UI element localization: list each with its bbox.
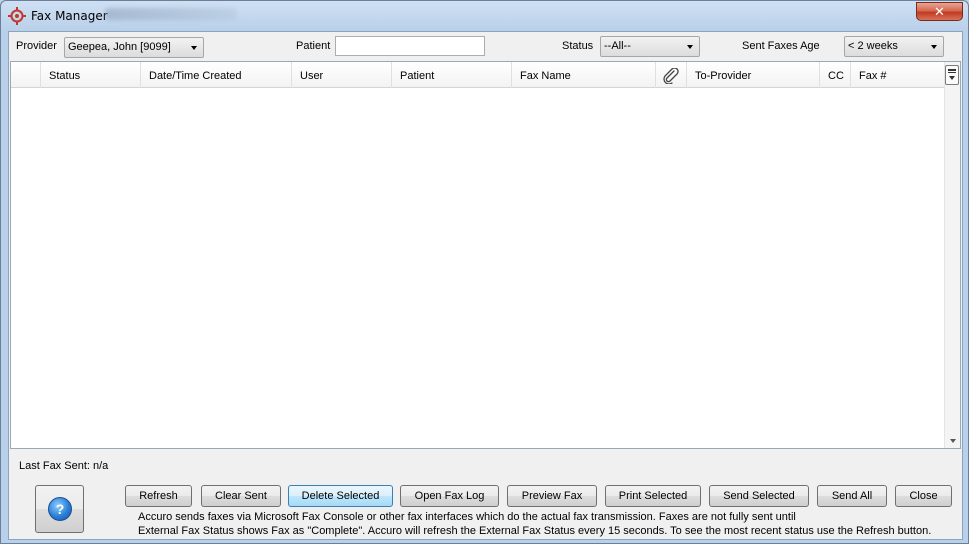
fax-info-note-line-1: Accuro sends faxes via Microsoft Fax Con… [138,511,796,523]
window-close-button[interactable]: ✕ [916,2,963,21]
column-header-user[interactable]: User [292,62,392,88]
chevron-down-icon [191,46,197,50]
vertical-scrollbar[interactable] [944,62,960,448]
send-all-button[interactable]: Send All [817,485,887,507]
send-selected-button[interactable]: Send Selected [709,485,809,507]
column-header-fax-number[interactable]: Fax # [851,62,946,88]
fax-table-header: Status Date/Time Created User Patient Fa… [11,62,946,88]
scroll-down-arrow-icon[interactable] [950,439,956,443]
column-header-cc[interactable]: CC [820,62,851,88]
close-button[interactable]: Close [895,485,952,507]
paperclip-icon [663,68,679,84]
column-header-to-provider[interactable]: To-Provider [687,62,820,88]
column-header-patient[interactable]: Patient [392,62,512,88]
column-chooser-button[interactable] [945,65,959,85]
title-bar[interactable]: Fax Manager ✕ [1,1,968,31]
column-header-fax-name[interactable]: Fax Name [512,62,656,88]
last-fax-sent-status: Last Fax Sent: n/a [19,460,109,472]
column-header-status[interactable]: Status [41,62,141,88]
column-chooser-icon [948,69,956,80]
window-title: Fax Manager [31,9,108,23]
chevron-down-icon [931,45,937,49]
sent-faxes-age-value: < 2 weeks [848,40,898,52]
row-selector-header[interactable] [11,62,41,88]
clear-sent-button[interactable]: Clear Sent [201,485,281,507]
patient-label: Patient [296,40,331,52]
status-label: Status [562,40,594,52]
refresh-button[interactable]: Refresh [125,485,192,507]
column-header-attachment[interactable] [656,62,687,88]
provider-select-value: Geepea, John [9099] [68,41,171,53]
fax-table[interactable]: Status Date/Time Created User Patient Fa… [10,61,961,449]
open-fax-log-button[interactable]: Open Fax Log [400,485,499,507]
main-panel: Provider Geepea, John [9099] Patient Sta… [8,31,963,540]
app-logo-icon [8,7,26,25]
fax-info-note-line-2: External Fax Status shows Fax as "Comple… [138,525,932,537]
sent-faxes-age-label: Sent Faxes Age [742,40,820,52]
help-icon: ? [48,497,72,521]
chevron-down-icon [687,45,693,49]
patient-input[interactable] [335,36,485,56]
provider-label: Provider [16,40,57,52]
fax-manager-window: Fax Manager ✕ Provider Geepea, John [909… [0,0,969,544]
delete-selected-button[interactable]: Delete Selected [288,485,393,507]
status-select[interactable]: --All-- [600,36,700,57]
redacted-title-text [105,8,237,20]
preview-fax-button[interactable]: Preview Fax [507,485,597,507]
provider-select[interactable]: Geepea, John [9099] [64,37,204,58]
column-header-datetime-created[interactable]: Date/Time Created [141,62,292,88]
help-button[interactable]: ? [35,485,84,533]
status-select-value: --All-- [604,40,631,52]
sent-faxes-age-select[interactable]: < 2 weeks [844,36,944,57]
print-selected-button[interactable]: Print Selected [605,485,701,507]
